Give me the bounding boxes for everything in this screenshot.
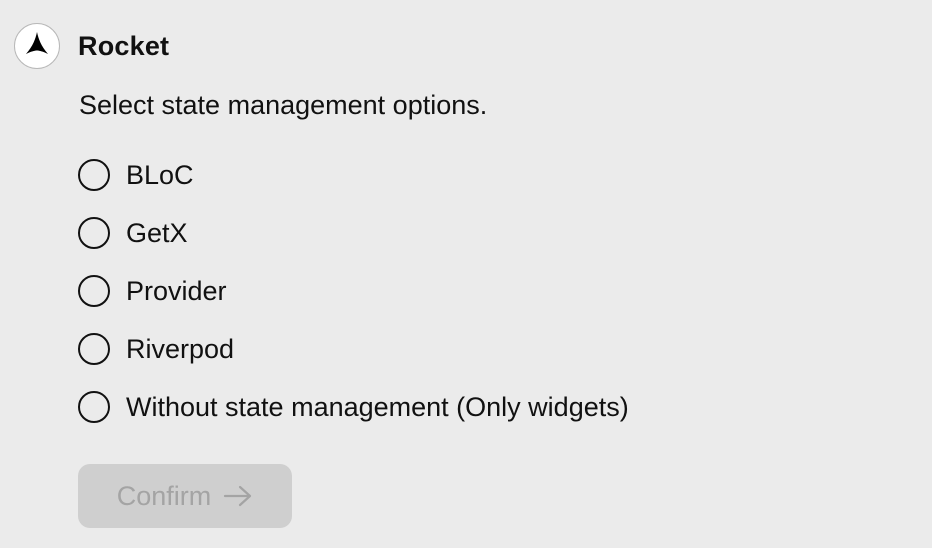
option-getx[interactable]: GetX xyxy=(78,204,629,262)
option-without-state-management[interactable]: Without state management (Only widgets) xyxy=(78,378,629,436)
option-label: Without state management (Only widgets) xyxy=(126,391,629,422)
options-list: BLoC GetX Provider Riverpod Without stat… xyxy=(78,146,629,436)
avatar xyxy=(14,23,60,69)
radio-button[interactable] xyxy=(78,159,110,191)
app-name: Rocket xyxy=(78,30,170,61)
option-provider[interactable]: Provider xyxy=(78,262,629,320)
radio-button[interactable] xyxy=(78,333,110,365)
radio-button[interactable] xyxy=(78,391,110,423)
rocket-logo-icon xyxy=(26,31,48,61)
radio-button[interactable] xyxy=(78,275,110,307)
option-label: GetX xyxy=(126,217,188,248)
question-prompt: Select state management options. xyxy=(79,90,488,120)
app-header: Rocket xyxy=(14,23,169,69)
confirm-label: Confirm xyxy=(116,480,212,511)
option-bloc[interactable]: BLoC xyxy=(78,146,629,204)
option-label: BLoC xyxy=(126,159,194,190)
radio-button[interactable] xyxy=(78,217,110,249)
option-riverpod[interactable]: Riverpod xyxy=(78,320,629,378)
arrow-right-icon xyxy=(223,485,253,507)
option-label: Provider xyxy=(126,275,227,306)
option-label: Riverpod xyxy=(126,333,235,364)
confirm-button[interactable]: Confirm xyxy=(78,464,292,528)
